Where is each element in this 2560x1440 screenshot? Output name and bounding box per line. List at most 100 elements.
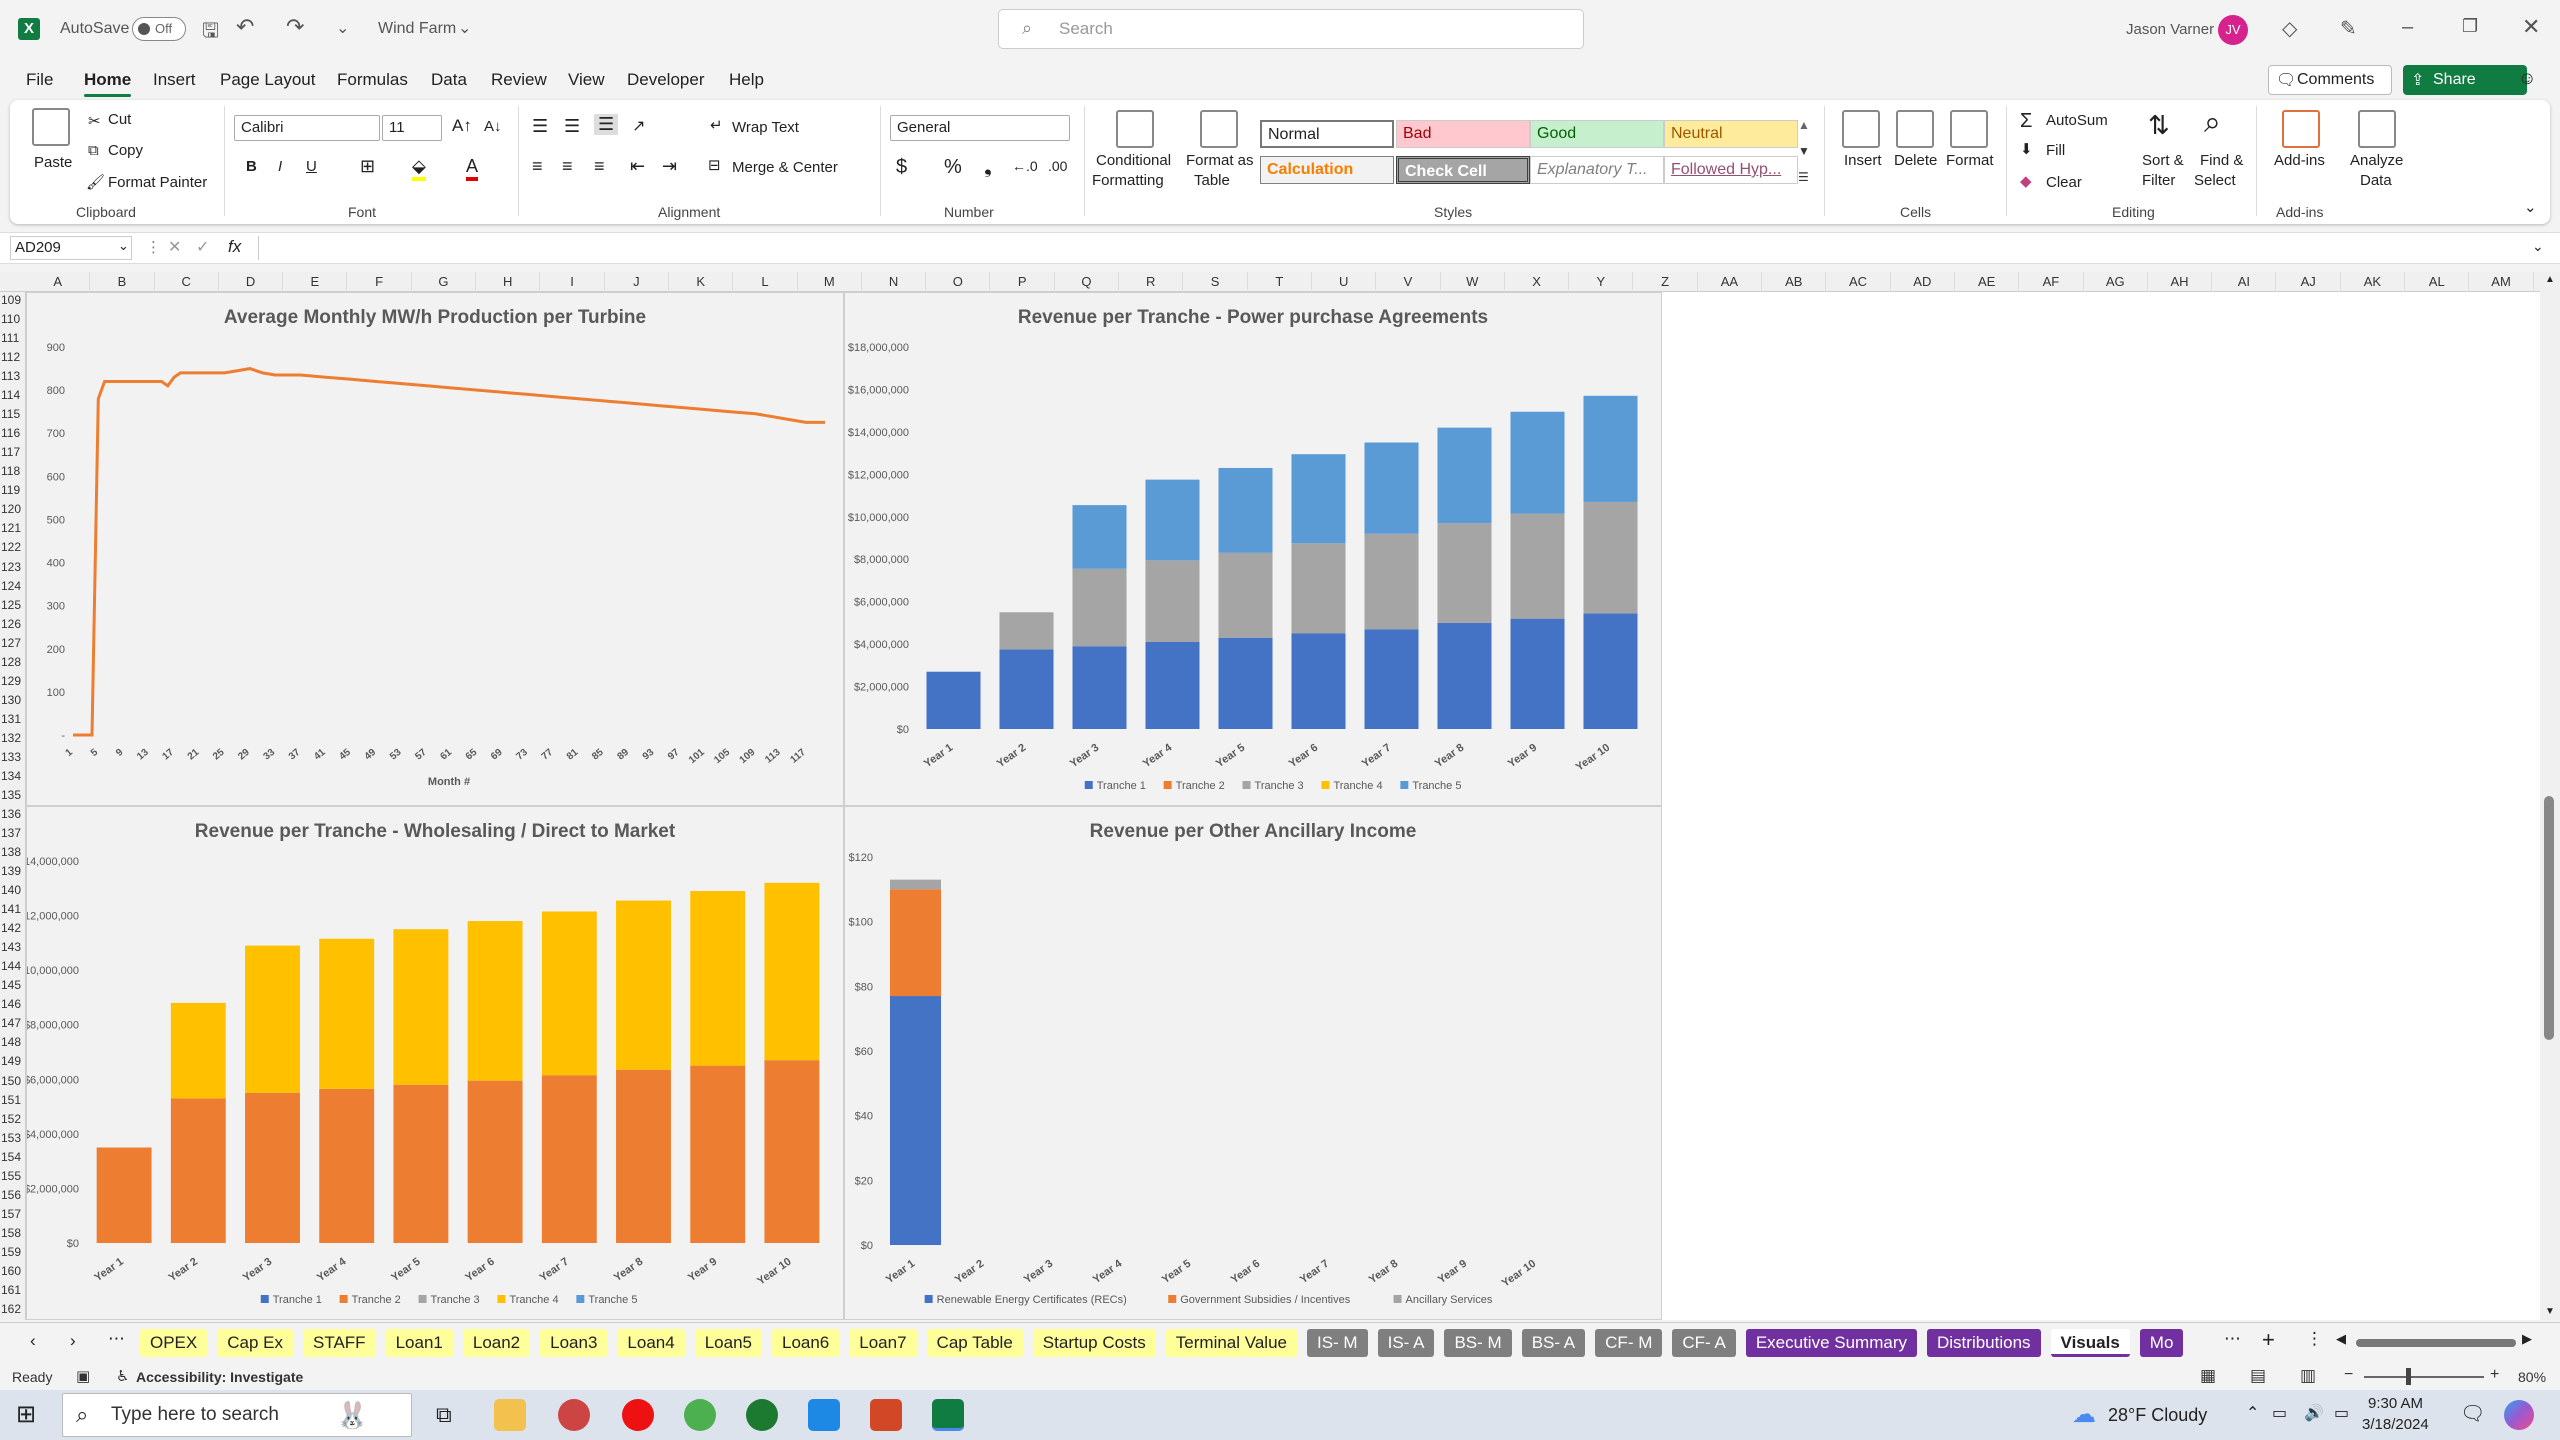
- sheet-tab-mo[interactable]: Mo: [2139, 1329, 2184, 1357]
- row-header[interactable]: 128: [0, 654, 24, 671]
- analyze-data-icon[interactable]: [2358, 110, 2396, 148]
- row-header[interactable]: 133: [0, 749, 24, 766]
- row-header[interactable]: 155: [0, 1168, 24, 1185]
- chevron-up-icon[interactable]: ⌃: [2246, 1403, 2259, 1423]
- menu-home[interactable]: Home: [84, 70, 132, 97]
- row-header[interactable]: 136: [0, 806, 24, 823]
- scissors-icon[interactable]: ✂: [88, 112, 101, 130]
- comma-icon[interactable]: ❟: [984, 156, 992, 179]
- row-header[interactable]: 140: [0, 882, 24, 899]
- row-header[interactable]: 117: [0, 444, 24, 461]
- file-explorer-icon[interactable]: [494, 1399, 526, 1431]
- row-header[interactable]: 126: [0, 616, 24, 633]
- insert-cells-button[interactable]: Insert: [1844, 152, 1882, 169]
- analyze-data-button[interactable]: Analyze: [2350, 152, 2403, 169]
- column-header-al[interactable]: AL: [2405, 272, 2470, 292]
- zoom-out-icon[interactable]: −: [2344, 1366, 2353, 1384]
- sheet-tab-is-m[interactable]: IS- M: [1306, 1329, 1368, 1357]
- align-center-icon[interactable]: ≡: [562, 156, 573, 177]
- add-ins-button[interactable]: Add-ins: [2274, 152, 2325, 169]
- column-header-a[interactable]: A: [26, 272, 91, 292]
- row-header[interactable]: 153: [0, 1130, 24, 1147]
- underline-icon[interactable]: U: [306, 158, 317, 175]
- upwork-icon[interactable]: [746, 1399, 778, 1431]
- format-cells-button[interactable]: Format: [1946, 152, 1994, 169]
- copy-icon[interactable]: ⧉: [88, 142, 99, 159]
- zoom-slider[interactable]: [2364, 1376, 2484, 1378]
- menu-view[interactable]: View: [568, 70, 605, 90]
- column-header-n[interactable]: N: [862, 272, 927, 292]
- sheet-options-icon[interactable]: ⋮: [2306, 1329, 2323, 1349]
- minimize-icon[interactable]: –: [2402, 16, 2413, 39]
- brush-icon[interactable]: 🖌: [86, 173, 105, 191]
- column-header-ai[interactable]: AI: [2212, 272, 2277, 292]
- style-check-cell[interactable]: Check Cell: [1396, 156, 1530, 184]
- copy-button[interactable]: Copy: [108, 142, 143, 159]
- align-left-icon[interactable]: ≡: [532, 156, 543, 177]
- find-select-button-line2[interactable]: Select: [2194, 172, 2236, 189]
- sheet-tab-distributions[interactable]: Distributions: [1927, 1329, 2041, 1357]
- row-header[interactable]: 152: [0, 1111, 24, 1128]
- macro-record-icon[interactable]: ▣: [76, 1367, 90, 1385]
- row-header[interactable]: 159: [0, 1244, 24, 1261]
- horizontal-scrollbar-thumb[interactable]: [2356, 1339, 2516, 1347]
- column-header-ad[interactable]: AD: [1891, 272, 1955, 292]
- clock-time[interactable]: 9:30 AM: [2368, 1395, 2423, 1412]
- zoom-slider-thumb[interactable]: [2406, 1368, 2411, 1385]
- column-header-g[interactable]: G: [412, 272, 477, 292]
- row-header[interactable]: 118: [0, 463, 24, 480]
- close-icon[interactable]: ✕: [2522, 14, 2540, 40]
- chart-ancillary-income[interactable]: Revenue per Other Ancillary Income $120 $…: [844, 806, 1662, 1320]
- row-header[interactable]: 145: [0, 977, 24, 994]
- sheet-tab-visuals[interactable]: Visuals: [2050, 1329, 2130, 1357]
- row-header[interactable]: 146: [0, 996, 24, 1013]
- merge-center-button[interactable]: Merge & Center: [732, 159, 838, 176]
- prev-sheet-icon[interactable]: ‹: [30, 1331, 36, 1351]
- column-header-am[interactable]: AM: [2469, 272, 2534, 292]
- expand-formula-icon[interactable]: ⌄: [2532, 238, 2544, 255]
- conditional-formatting-icon[interactable]: [1116, 110, 1154, 148]
- style-calculation[interactable]: Calculation: [1260, 156, 1394, 184]
- autosave-toggle[interactable]: Off: [132, 17, 186, 41]
- style-good[interactable]: Good: [1530, 120, 1664, 148]
- row-header[interactable]: 142: [0, 920, 24, 937]
- wrap-text-icon[interactable]: ↵: [710, 116, 723, 134]
- row-header[interactable]: 154: [0, 1149, 24, 1166]
- fx-icon[interactable]: fx: [228, 237, 241, 257]
- eraser-icon[interactable]: ◆: [2020, 172, 2032, 190]
- cut-button[interactable]: Cut: [108, 111, 131, 128]
- windows-start-icon[interactable]: ⊞: [16, 1400, 36, 1429]
- row-header[interactable]: 148: [0, 1034, 24, 1051]
- row-header[interactable]: 162: [0, 1301, 24, 1318]
- sheet-tab-loan4[interactable]: Loan4: [617, 1329, 685, 1357]
- menu-page-layout[interactable]: Page Layout: [220, 70, 315, 90]
- sheet-tab-is-a[interactable]: IS- A: [1377, 1329, 1435, 1357]
- column-header-o[interactable]: O: [926, 272, 991, 292]
- row-header[interactable]: 156: [0, 1187, 24, 1204]
- column-header-ae[interactable]: AE: [1955, 272, 2020, 292]
- menu-data[interactable]: Data: [431, 70, 467, 90]
- row-header[interactable]: 150: [0, 1073, 24, 1090]
- undo-icon[interactable]: ↶: [236, 14, 254, 40]
- sheet-tab-startup-costs[interactable]: Startup Costs: [1032, 1329, 1156, 1357]
- normal-view-icon[interactable]: ▦: [2200, 1366, 2216, 1386]
- row-header[interactable]: 151: [0, 1092, 24, 1109]
- column-header-d[interactable]: D: [219, 272, 284, 292]
- sheet-tab-opex[interactable]: OPEX: [140, 1329, 208, 1357]
- currency-icon[interactable]: $: [896, 156, 907, 179]
- sheet-tab-staff[interactable]: STAFF: [303, 1329, 376, 1357]
- sheet-tab-loan1[interactable]: Loan1: [385, 1329, 453, 1357]
- insert-cells-icon[interactable]: [1842, 110, 1880, 148]
- styles-more-icon[interactable]: ☰: [1798, 170, 1809, 184]
- fill-button[interactable]: Fill: [2046, 142, 2065, 159]
- column-header-e[interactable]: E: [283, 272, 348, 292]
- orientation-icon[interactable]: ↗: [632, 116, 645, 136]
- file-name[interactable]: Wind Farm: [378, 20, 456, 38]
- decrease-indent-icon[interactable]: ⇤: [630, 156, 645, 177]
- row-header[interactable]: 125: [0, 597, 24, 614]
- row-header[interactable]: 123: [0, 559, 24, 576]
- format-cells-icon[interactable]: [1950, 110, 1988, 148]
- row-header[interactable]: 149: [0, 1053, 24, 1070]
- align-middle-icon[interactable]: ☰: [564, 116, 580, 137]
- style-normal[interactable]: Normal: [1260, 120, 1394, 148]
